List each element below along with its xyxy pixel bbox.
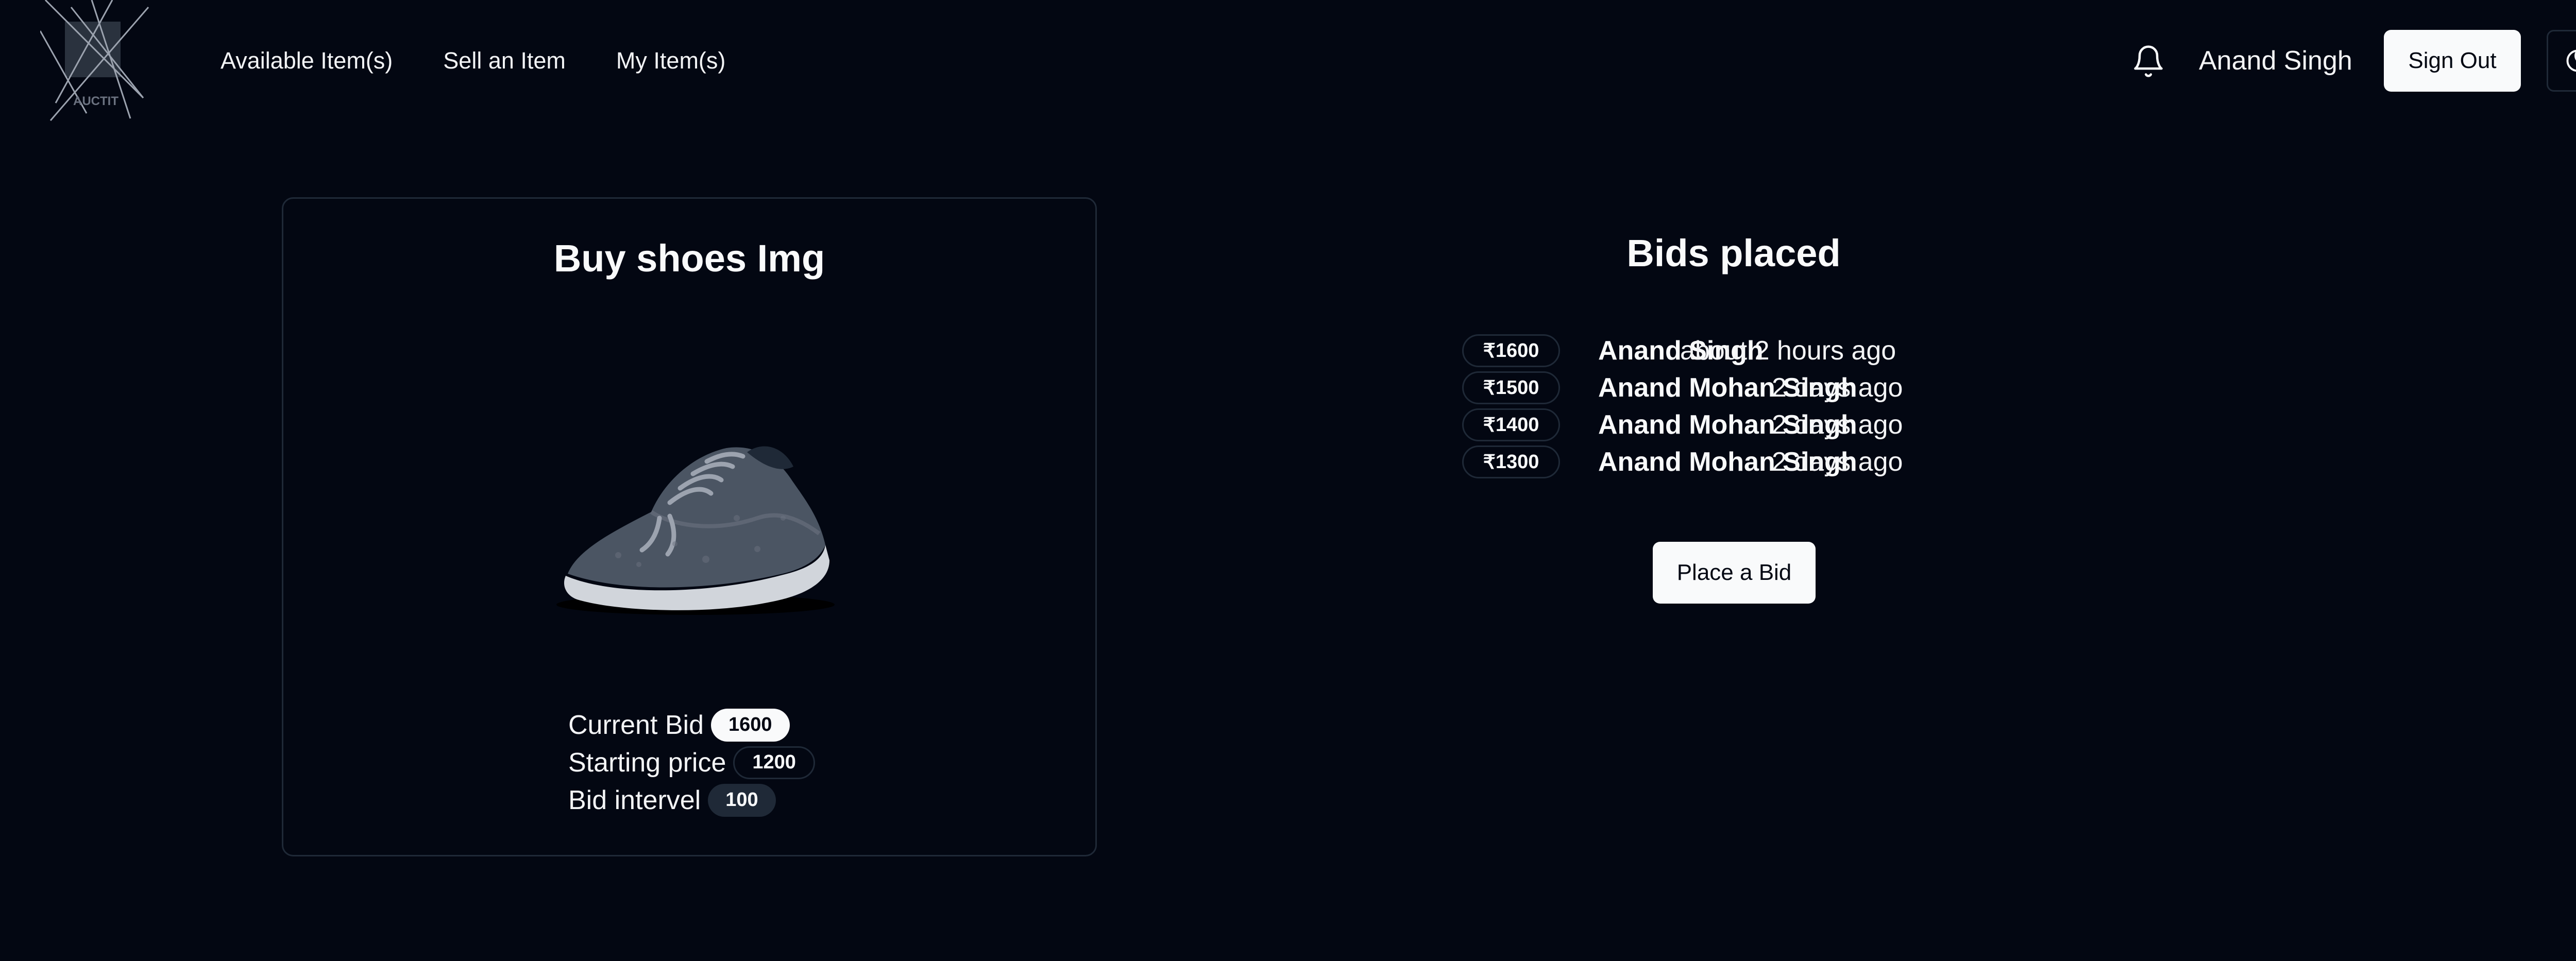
rupee-icon: ₹: [1483, 377, 1496, 399]
bid-time: 2 days ago: [1772, 373, 1903, 403]
current-bid-label: Current Bid: [568, 710, 704, 740]
starting-price-row: Starting price 1200: [568, 744, 815, 781]
bid-row: ₹1300 Anand Mohan Singh 2 days ago: [1462, 443, 2029, 480]
bid-interval-row: Bid intervel 100: [568, 781, 815, 819]
svg-text:AUCTIT: AUCTIT: [73, 94, 118, 108]
bid-amount-badge: ₹1400: [1462, 408, 1560, 441]
top-navbar: AUCTIT Available Item(s) Sell an Item My…: [0, 0, 2576, 122]
moon-icon: [2566, 49, 2576, 72]
shoe-image: [556, 446, 835, 615]
item-card: Buy shoes Img Current Bid 1600 Starting …: [282, 197, 1097, 856]
rupee-icon: ₹: [1483, 451, 1496, 473]
rupee-icon: ₹: [1483, 340, 1496, 362]
current-bid-badge: 1600: [711, 708, 790, 742]
bid-row: ₹1500 Anand Mohan Singh 2 days ago: [1462, 369, 2029, 406]
bid-time: about 2 hours ago: [1680, 336, 1896, 366]
rupee-icon: ₹: [1483, 414, 1496, 436]
logo[interactable]: AUCTIT: [40, 0, 151, 122]
nav-available-items[interactable]: Available Item(s): [221, 43, 393, 78]
nav-sell-item[interactable]: Sell an Item: [443, 43, 566, 78]
bid-row: ₹1400 Anand Mohan Singh 2 days ago: [1462, 406, 2029, 443]
starting-price-label: Starting price: [568, 747, 726, 778]
sign-out-button[interactable]: Sign Out: [2384, 30, 2521, 92]
bid-interval-label: Bid intervel: [568, 785, 701, 815]
bid-amount-badge: ₹1600: [1462, 334, 1560, 367]
bid-row: ₹1600 Anand Singh about 2 hours ago: [1462, 332, 2029, 369]
bid-amount-badge: ₹1500: [1462, 371, 1560, 404]
theme-toggle-button[interactable]: [2547, 30, 2576, 92]
starting-price-badge: 1200: [733, 746, 815, 779]
bid-amount-badge: ₹1300: [1462, 445, 1560, 478]
nav-my-items[interactable]: My Item(s): [616, 43, 725, 78]
item-details: Current Bid 1600 Starting price 1200 Bid…: [568, 706, 815, 819]
main-nav: Available Item(s) Sell an Item My Item(s…: [221, 43, 725, 78]
current-bid-row: Current Bid 1600: [568, 706, 815, 744]
bid-interval-badge: 100: [708, 783, 776, 817]
bid-time: 2 days ago: [1772, 447, 1903, 477]
user-name: Anand Singh: [2199, 46, 2352, 76]
item-title: Buy shoes Img: [553, 237, 825, 280]
bids-title: Bids placed: [1626, 232, 1841, 274]
bid-time: 2 days ago: [1772, 410, 1903, 440]
bell-icon[interactable]: [2131, 41, 2166, 81]
bids-list: ₹1600 Anand Singh about 2 hours ago ₹150…: [1462, 332, 2029, 480]
place-bid-button[interactable]: Place a Bid: [1653, 542, 1816, 604]
